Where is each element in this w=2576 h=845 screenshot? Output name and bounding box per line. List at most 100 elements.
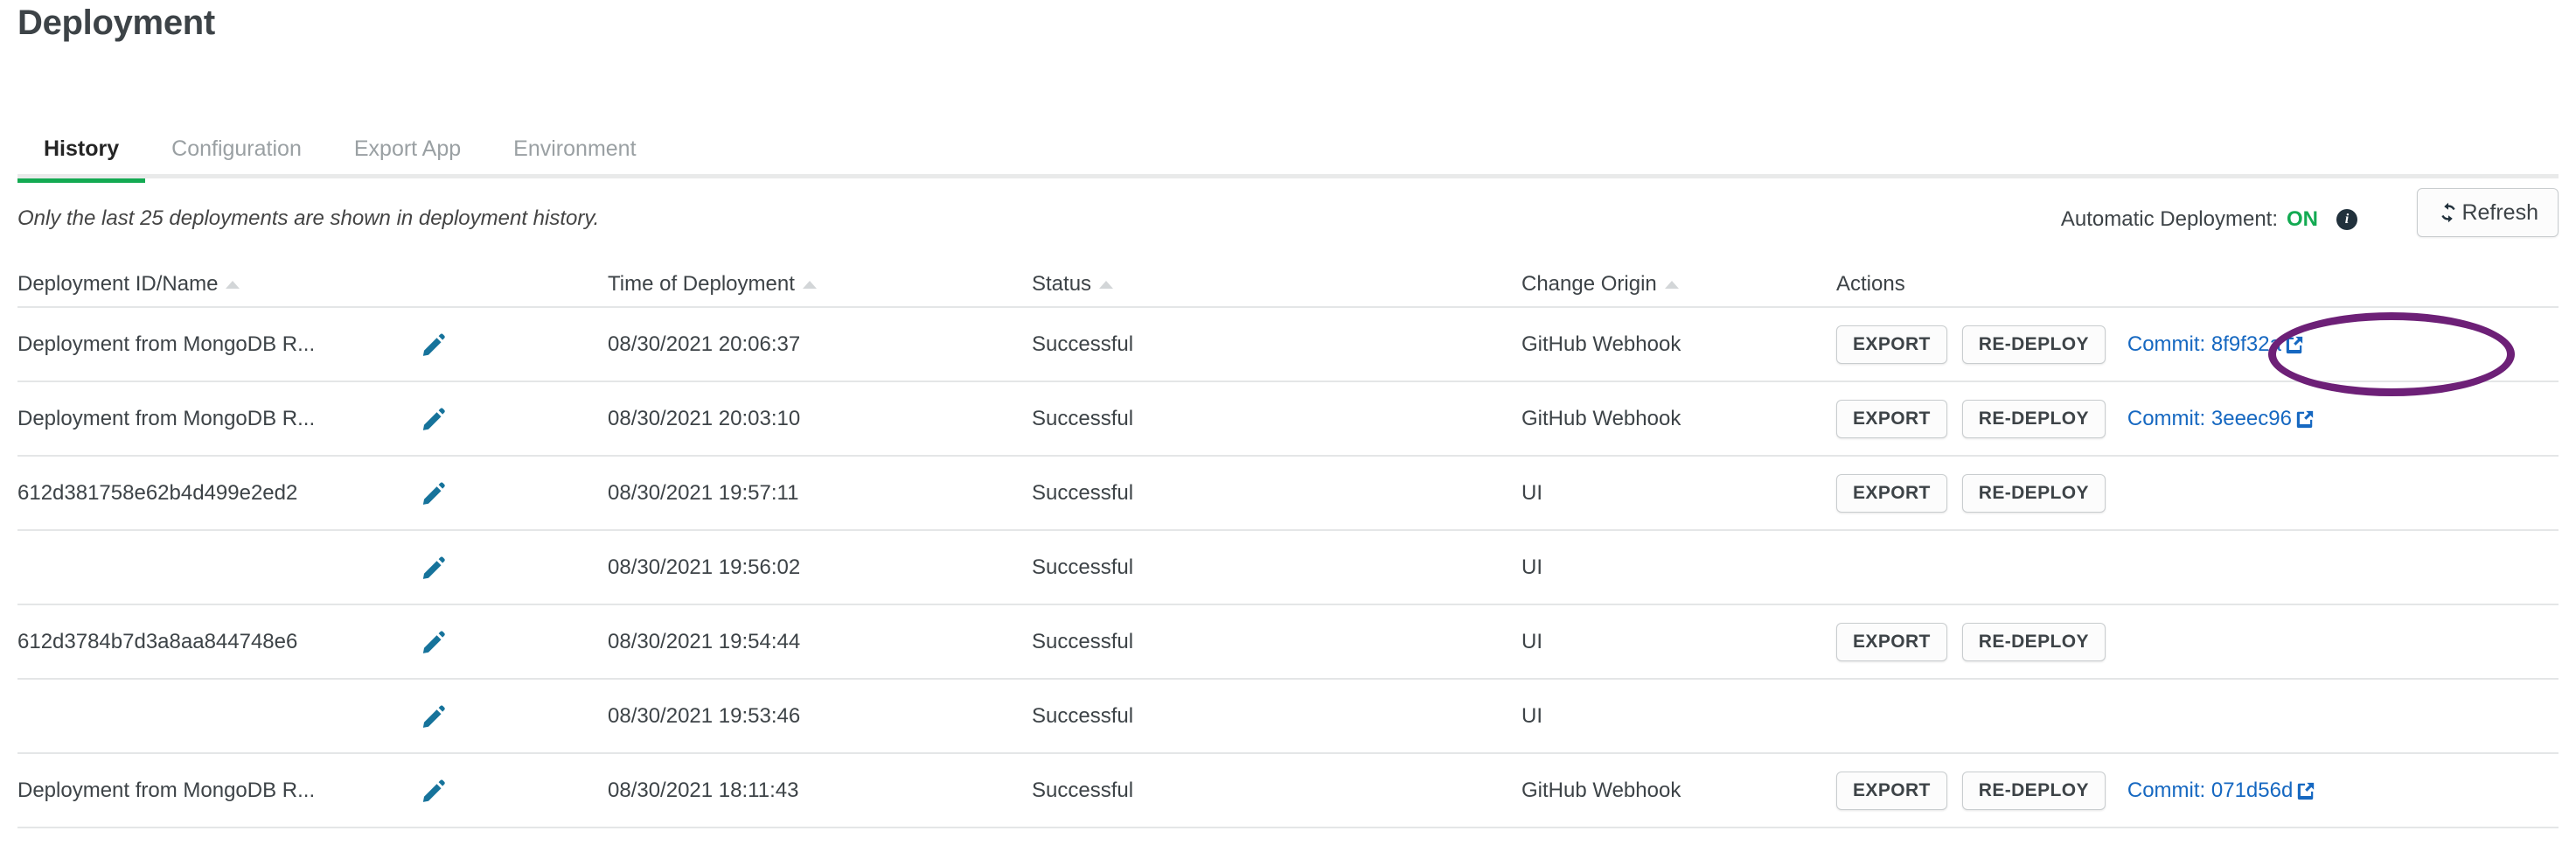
table-row: 612d381758e62b4d499e2ed2 08/30/2021 19:57…: [17, 457, 2559, 531]
edit-deployment-name-pencil-icon[interactable]: [415, 703, 608, 730]
table-body: Deployment from MongoDB R... 08/30/2021 2…: [17, 308, 2559, 828]
export-button[interactable]: EXPORT: [1836, 771, 1947, 810]
history-note: Only the last 25 deployments are shown i…: [17, 206, 600, 230]
table-row: Deployment from MongoDB R... 08/30/2021 1…: [17, 754, 2559, 828]
change-origin: UI: [1521, 555, 1542, 579]
commit-link[interactable]: Commit: 3eeec96: [2127, 407, 2315, 431]
deployment-status: Successful: [1032, 555, 1134, 579]
deployment-id-name: Deployment from MongoDB R...: [17, 332, 316, 356]
automatic-deployment-value: ON: [2287, 207, 2318, 231]
refresh-button-label: Refresh: [2461, 199, 2538, 225]
edit-deployment-name-pencil-icon[interactable]: [415, 629, 608, 655]
deployment-history-page: Deployment History Configuration Export Ap…: [0, 0, 2576, 845]
automatic-deployment-status: Automatic Deployment: ON i: [2061, 206, 2357, 233]
row-actions: EXPORT RE-DEPLOY Commit: 8f9f32a: [1836, 325, 2559, 364]
commit-link-label: Commit: 3eeec96: [2127, 406, 2292, 430]
commit-link-label: Commit: 071d56d: [2127, 778, 2294, 802]
info-icon[interactable]: i: [2336, 209, 2357, 230]
deployment-id-name: Deployment from MongoDB R...: [17, 778, 316, 802]
tab-label: History: [44, 136, 120, 161]
external-link-icon: [2295, 409, 2315, 429]
refresh-button[interactable]: Refresh: [2417, 188, 2559, 237]
tab-label: Configuration: [171, 136, 302, 161]
deployment-status: Successful: [1032, 629, 1134, 653]
tab-label: Environment: [513, 136, 637, 161]
re-deploy-button[interactable]: RE-DEPLOY: [1961, 399, 2106, 438]
column-header-label: Actions: [1836, 272, 1905, 296]
edit-deployment-name-pencil-icon[interactable]: [415, 778, 608, 804]
row-actions: EXPORT RE-DEPLOY Commit: 3eeec96: [1836, 399, 2559, 438]
external-link-icon: [2285, 335, 2304, 354]
tab-history[interactable]: History: [17, 136, 146, 183]
time-of-deployment: 08/30/2021 18:11:43: [608, 778, 799, 802]
edit-deployment-name-pencil-icon[interactable]: [415, 332, 608, 358]
column-header-label: Time of Deployment: [608, 272, 795, 296]
change-origin: UI: [1521, 480, 1542, 505]
column-header-label: Status: [1032, 272, 1092, 296]
edit-deployment-name-pencil-icon[interactable]: [415, 555, 608, 581]
time-of-deployment: 08/30/2021 20:03:10: [608, 406, 801, 430]
history-toolbar: Only the last 25 deployments are shown i…: [0, 188, 2576, 258]
export-button[interactable]: EXPORT: [1836, 325, 1947, 364]
re-deploy-button[interactable]: RE-DEPLOY: [1961, 771, 2106, 810]
tab-environment[interactable]: Environment: [487, 136, 662, 178]
table-header-row: Deployment ID/Name Time of Deployment Stat…: [17, 262, 2559, 308]
external-link-icon: [2296, 781, 2315, 800]
edit-deployment-name-pencil-icon[interactable]: [415, 406, 608, 432]
deployment-status: Successful: [1032, 703, 1134, 728]
deployment-status: Successful: [1032, 406, 1134, 430]
column-header-label: Deployment ID/Name: [17, 272, 219, 296]
export-button[interactable]: EXPORT: [1836, 473, 1947, 513]
column-header-actions: Actions: [1836, 272, 2559, 297]
sort-ascending-icon: [1099, 280, 1114, 289]
tab-bar: History Configuration Export App Environmen…: [0, 112, 2576, 183]
page-title: Deployment: [17, 3, 215, 42]
export-button[interactable]: EXPORT: [1836, 399, 1947, 438]
deployment-id-name: Deployment from MongoDB R...: [17, 406, 316, 430]
change-origin: UI: [1521, 629, 1542, 653]
tab-configuration[interactable]: Configuration: [145, 136, 328, 178]
row-actions: EXPORT RE-DEPLOY: [1836, 622, 2559, 661]
time-of-deployment: 08/30/2021 19:57:11: [608, 480, 799, 505]
time-of-deployment: 08/30/2021 19:56:02: [608, 555, 801, 579]
time-of-deployment: 08/30/2021 19:54:44: [608, 629, 801, 653]
tab-export-app[interactable]: Export App: [328, 136, 487, 178]
deployment-id-name: 612d3784b7d3a8aa844748e6: [17, 629, 298, 653]
table-row: Deployment from MongoDB R... 08/30/2021 2…: [17, 308, 2559, 382]
commit-link[interactable]: Commit: 8f9f32a: [2127, 332, 2304, 357]
sort-ascending-icon: [802, 280, 817, 289]
deployment-status: Successful: [1032, 778, 1134, 802]
refresh-icon: [2437, 201, 2460, 224]
change-origin: GitHub Webhook: [1521, 332, 1681, 356]
table-row: 08/30/2021 19:56:02 Successful UI: [17, 531, 2559, 605]
deployment-status: Successful: [1032, 480, 1134, 505]
edit-deployment-name-pencil-icon[interactable]: [415, 480, 608, 506]
deployment-status: Successful: [1032, 332, 1134, 356]
change-origin: UI: [1521, 703, 1542, 728]
automatic-deployment-label: Automatic Deployment:: [2060, 207, 2278, 231]
column-header-time-of-deployment[interactable]: Time of Deployment: [608, 272, 1032, 297]
deployment-id-name: 612d381758e62b4d499e2ed2: [17, 480, 298, 505]
sort-ascending-icon: [226, 280, 240, 289]
column-header-change-origin[interactable]: Change Origin: [1521, 272, 1836, 297]
table-row: 612d3784b7d3a8aa844748e6 08/30/2021 19:54…: [17, 605, 2559, 680]
commit-link[interactable]: Commit: 071d56d: [2127, 779, 2315, 803]
change-origin: GitHub Webhook: [1521, 778, 1681, 802]
export-button[interactable]: EXPORT: [1836, 622, 1947, 661]
commit-link-label: Commit: 8f9f32a: [2127, 332, 2281, 356]
re-deploy-button[interactable]: RE-DEPLOY: [1961, 473, 2106, 513]
re-deploy-button[interactable]: RE-DEPLOY: [1961, 622, 2106, 661]
tab-list: History Configuration Export App Environmen…: [17, 136, 663, 183]
change-origin: GitHub Webhook: [1521, 406, 1681, 430]
tab-label: Export App: [353, 136, 462, 161]
time-of-deployment: 08/30/2021 20:06:37: [608, 332, 801, 356]
time-of-deployment: 08/30/2021 19:53:46: [608, 703, 801, 728]
table-row: Deployment from MongoDB R... 08/30/2021 2…: [17, 382, 2559, 457]
sort-ascending-icon: [1664, 280, 1679, 289]
row-actions: EXPORT RE-DEPLOY: [1836, 473, 2559, 513]
column-header-status[interactable]: Status: [1032, 272, 1521, 297]
column-header-deployment-id-name[interactable]: Deployment ID/Name: [17, 272, 608, 297]
table-row: 08/30/2021 19:53:46 Successful UI: [17, 680, 2559, 754]
re-deploy-button[interactable]: RE-DEPLOY: [1961, 325, 2106, 364]
column-header-label: Change Origin: [1521, 272, 1657, 296]
